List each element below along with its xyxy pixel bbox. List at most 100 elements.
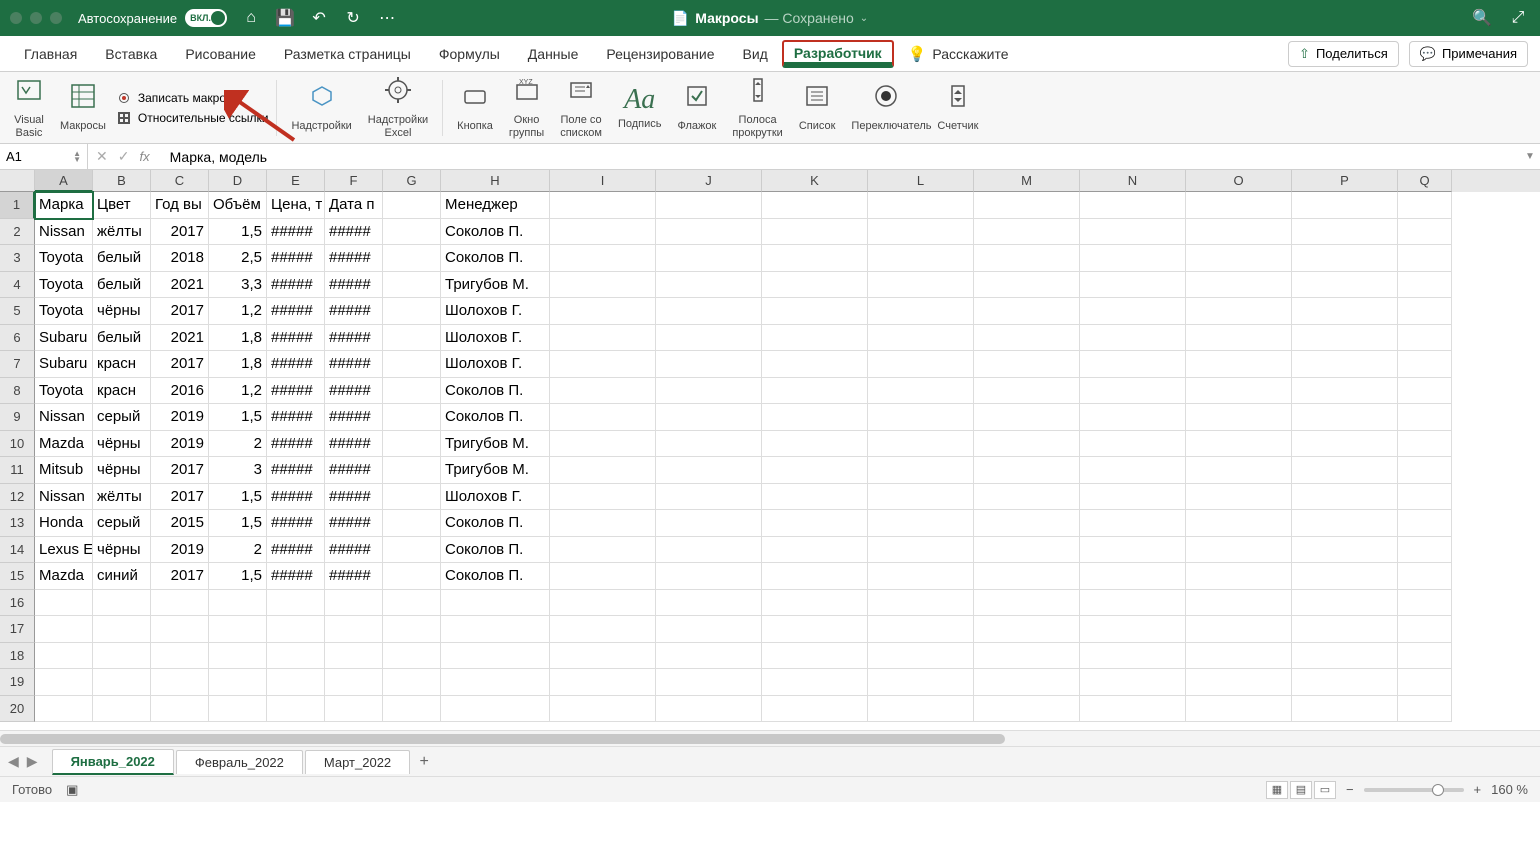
- cell[interactable]: [868, 404, 974, 431]
- cell[interactable]: [1292, 219, 1398, 246]
- cell[interactable]: [550, 563, 656, 590]
- cell[interactable]: Соколов П.: [441, 378, 550, 405]
- cell[interactable]: 1,2: [209, 378, 267, 405]
- cell[interactable]: [974, 510, 1080, 537]
- cell[interactable]: [762, 669, 868, 696]
- tab-review[interactable]: Рецензирование: [592, 36, 728, 71]
- cell[interactable]: [868, 669, 974, 696]
- cell[interactable]: [656, 643, 762, 670]
- cell[interactable]: 1,5: [209, 219, 267, 246]
- column-header-C[interactable]: C: [151, 170, 209, 192]
- column-header-D[interactable]: D: [209, 170, 267, 192]
- cell[interactable]: [656, 404, 762, 431]
- cell[interactable]: #####: [325, 563, 383, 590]
- cell[interactable]: [1080, 510, 1186, 537]
- cell[interactable]: [441, 616, 550, 643]
- column-header-B[interactable]: B: [93, 170, 151, 192]
- cell[interactable]: Соколов П.: [441, 245, 550, 272]
- cell[interactable]: [35, 643, 93, 670]
- cell[interactable]: [550, 431, 656, 458]
- cell[interactable]: [550, 669, 656, 696]
- cell[interactable]: [325, 616, 383, 643]
- column-header-K[interactable]: K: [762, 170, 868, 192]
- cell[interactable]: [656, 351, 762, 378]
- cell[interactable]: Nissan: [35, 404, 93, 431]
- cell[interactable]: красн: [93, 378, 151, 405]
- row-header-5[interactable]: 5: [0, 298, 35, 325]
- cell[interactable]: [1398, 510, 1452, 537]
- cell[interactable]: [441, 669, 550, 696]
- cell[interactable]: [1398, 219, 1452, 246]
- cell[interactable]: 1,5: [209, 510, 267, 537]
- zoom-thumb[interactable]: [1432, 784, 1444, 796]
- cell[interactable]: #####: [325, 431, 383, 458]
- addins-button[interactable]: Надстройки: [285, 79, 357, 135]
- tab-view[interactable]: Вид: [729, 36, 782, 71]
- cell[interactable]: [974, 484, 1080, 511]
- cell[interactable]: #####: [325, 510, 383, 537]
- cell[interactable]: Honda: [35, 510, 93, 537]
- cell[interactable]: #####: [325, 537, 383, 564]
- cell[interactable]: #####: [325, 245, 383, 272]
- spinner-control[interactable]: Счетчик: [931, 79, 984, 135]
- sheet-tab-mar[interactable]: Март_2022: [305, 750, 410, 774]
- cell[interactable]: [1292, 537, 1398, 564]
- cell[interactable]: [35, 696, 93, 723]
- sheet-prev-icon[interactable]: ◀: [8, 753, 19, 770]
- cell[interactable]: [656, 696, 762, 723]
- cell[interactable]: [868, 590, 974, 617]
- cell[interactable]: [656, 669, 762, 696]
- column-header-L[interactable]: L: [868, 170, 974, 192]
- cell[interactable]: [550, 351, 656, 378]
- row-header-3[interactable]: 3: [0, 245, 35, 272]
- cell[interactable]: Марка: [35, 192, 93, 219]
- cell[interactable]: [656, 590, 762, 617]
- cell[interactable]: 2021: [151, 272, 209, 299]
- cell[interactable]: [1398, 245, 1452, 272]
- cell[interactable]: [1292, 245, 1398, 272]
- row-header-8[interactable]: 8: [0, 378, 35, 405]
- cell[interactable]: чёрны: [93, 537, 151, 564]
- column-header-F[interactable]: F: [325, 170, 383, 192]
- cell[interactable]: 2019: [151, 431, 209, 458]
- zoom-level[interactable]: 160 %: [1491, 782, 1528, 797]
- horizontal-scrollbar[interactable]: [0, 730, 1540, 746]
- cell[interactable]: [267, 590, 325, 617]
- cell[interactable]: [1080, 431, 1186, 458]
- cell[interactable]: #####: [325, 457, 383, 484]
- cell[interactable]: [550, 219, 656, 246]
- cell[interactable]: [1186, 669, 1292, 696]
- cell[interactable]: [868, 325, 974, 352]
- cell[interactable]: #####: [267, 219, 325, 246]
- cell[interactable]: [383, 245, 441, 272]
- cell[interactable]: [1292, 643, 1398, 670]
- cell[interactable]: [441, 696, 550, 723]
- cell[interactable]: [1186, 537, 1292, 564]
- cell[interactable]: [1292, 590, 1398, 617]
- cell[interactable]: #####: [267, 537, 325, 564]
- cell[interactable]: 2015: [151, 510, 209, 537]
- save-icon[interactable]: 💾: [275, 8, 295, 28]
- cell[interactable]: #####: [267, 563, 325, 590]
- cell[interactable]: [1186, 245, 1292, 272]
- scrollbar-control[interactable]: Полоса прокрутки: [726, 73, 789, 142]
- cell[interactable]: [868, 510, 974, 537]
- autosave-control[interactable]: Автосохранение ВКЛ.: [78, 9, 227, 27]
- cell[interactable]: [93, 643, 151, 670]
- cell[interactable]: [762, 298, 868, 325]
- cell[interactable]: [1398, 696, 1452, 723]
- cell[interactable]: #####: [325, 272, 383, 299]
- cell[interactable]: Subaru: [35, 351, 93, 378]
- cell[interactable]: [1080, 484, 1186, 511]
- cell[interactable]: [209, 669, 267, 696]
- row-header-17[interactable]: 17: [0, 616, 35, 643]
- cell[interactable]: 2017: [151, 219, 209, 246]
- cell[interactable]: #####: [325, 378, 383, 405]
- cell[interactable]: [762, 457, 868, 484]
- cell[interactable]: [325, 590, 383, 617]
- cell[interactable]: #####: [267, 431, 325, 458]
- cell[interactable]: [1292, 298, 1398, 325]
- cell[interactable]: [1080, 616, 1186, 643]
- cell[interactable]: 3: [209, 457, 267, 484]
- cell[interactable]: [1186, 404, 1292, 431]
